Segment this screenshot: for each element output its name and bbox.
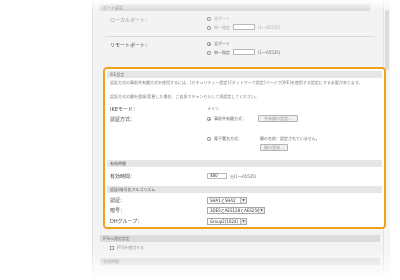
local-port-label: ローカルポート： (110, 18, 151, 24)
auth-method-label: 認証方式： (110, 117, 136, 123)
local-port-range: (1〜65535) (258, 25, 281, 30)
settings-page: ポート設定 ローカルポート： 全ポート 単一指定 (1〜65535) リモートポ… (0, 0, 400, 280)
chevron-down-icon: ▼ (240, 219, 246, 224)
remote-port-input[interactable] (233, 49, 255, 55)
ike-mode-label: IKEモード： (110, 107, 138, 113)
algorithm-encrypt-label: 暗号： (110, 208, 126, 214)
local-port-input[interactable] (233, 24, 255, 30)
left-margin (0, 0, 90, 280)
local-port-single-label: 単一指定 (214, 25, 230, 30)
bottom-fade (0, 250, 400, 280)
algorithm-encrypt-value: 3DESとAES128とAES256 (210, 208, 260, 213)
signature-label: 電子署名方式： (214, 136, 242, 141)
scrollbar-thumb[interactable] (385, 10, 389, 70)
ike-description-2: 認証方式の鍵を登録/変更した場合、ご自身でキャンセルして再設定してください。 (110, 94, 259, 99)
ike-description-1: 認証方式の事前共有鍵方式を使用するには、[セキュリティー設定]-[ネットワーク設… (110, 80, 363, 85)
remote-port-all-radio[interactable] (207, 42, 211, 46)
algorithm-auth-value: SHA1とSHA2 (210, 198, 236, 203)
remote-port-single-label: 単一指定 (214, 50, 230, 55)
remote-port-all-label: 全ポート (214, 41, 230, 46)
register-key-button[interactable]: 鍵の登録... (260, 144, 288, 151)
signature-radio[interactable] (207, 137, 211, 141)
ike-section-header: IKE設定 (107, 71, 382, 78)
algorithm-section-header: 認証/暗号化アルゴリズム (107, 186, 382, 193)
local-port-all-radio[interactable] (207, 17, 211, 21)
validity-label: 有効時間： (110, 174, 136, 180)
validity-section-header: 有効時間 (107, 160, 382, 167)
ike-mode-value: メイン (207, 106, 219, 111)
dh-group-label: DHグループ： (110, 219, 143, 225)
top-fade (0, 0, 400, 10)
dh-group-select[interactable]: Group2(1024) ▼ (207, 218, 247, 225)
dh-group-value: Group2(1024) (210, 219, 239, 224)
psk-radio[interactable] (207, 117, 211, 121)
chevron-down-icon: ▼ (258, 208, 264, 213)
remote-port-single-radio[interactable] (207, 51, 211, 55)
psk-label: 事前共有鍵方式： (214, 116, 246, 121)
algorithm-auth-select[interactable]: SHA1とSHA2 ▼ (207, 197, 247, 204)
ipsec-section-header: IPSec通信設定 (100, 235, 380, 242)
divider (105, 36, 375, 37)
validity-input[interactable]: 480 (207, 173, 227, 179)
validity-range: 分(1〜65535) (230, 174, 257, 179)
remote-port-range: (1〜65535) (258, 50, 281, 55)
remote-port-label: リモートポート： (110, 43, 151, 49)
chevron-down-icon: ▼ (240, 198, 246, 203)
algorithm-auth-label: 認証： (110, 198, 126, 204)
local-port-all-label: 全ポート (214, 16, 230, 21)
set-shared-key-button[interactable]: 共有鍵の設定... (258, 115, 298, 122)
algorithm-encrypt-select[interactable]: 3DESとAES128とAES256 ▼ (207, 207, 265, 214)
local-port-single-radio[interactable] (207, 26, 211, 30)
ike-highlight-frame (103, 67, 386, 229)
key-name-status: 鍵の名前：設定されていません。 (260, 136, 320, 141)
